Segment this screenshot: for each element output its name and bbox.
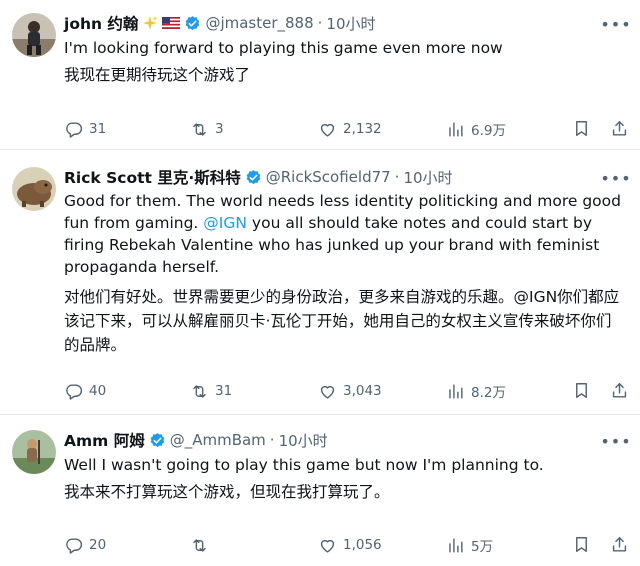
timestamp[interactable]: 10小时: [279, 430, 328, 451]
display-name[interactable]: Amm 阿姆: [64, 429, 145, 451]
tweet-header: Amm 阿姆 @_AmmBam · 10小时: [64, 429, 328, 451]
reply-button[interactable]: 40: [64, 381, 106, 401]
reply-icon: [66, 383, 83, 400]
like-button[interactable]: 2,132: [318, 119, 382, 139]
verified-badge-icon: [245, 169, 262, 186]
verified-badge-icon: [149, 432, 166, 449]
reply-count: 31: [89, 121, 107, 137]
retweet-button[interactable]: [190, 535, 215, 555]
tweet-header: Rick Scott 里克·斯科特 @RickScofield77 · 10小时: [64, 166, 453, 188]
like-count: 3,043: [343, 383, 382, 399]
more-icon[interactable]: •••: [600, 168, 630, 188]
avatar[interactable]: [12, 167, 56, 211]
like-button[interactable]: 3,043: [318, 381, 382, 401]
retweet-count: 3: [215, 121, 224, 137]
retweet-icon: [193, 538, 206, 552]
reply-button[interactable]: 20: [64, 535, 106, 555]
tweet-text-en: Good for them. The world needs less iden…: [64, 190, 624, 278]
reply-button[interactable]: 31: [64, 119, 106, 139]
like-count: 1,056: [343, 537, 382, 553]
tweet-text-cn: 我本来不打算玩这个游戏，但现在我打算玩了。: [64, 483, 390, 501]
views-icon: [449, 537, 463, 553]
tweet-text-cn: 我现在更期待玩这个游戏了: [64, 66, 251, 84]
tweet-header: john 约翰 @jmaster_888 · 10小时: [64, 12, 376, 34]
avatar[interactable]: [12, 430, 56, 474]
tweet[interactable]: Amm 阿姆 @_AmmBam · 10小时 ••• Well I wasn't…: [0, 415, 640, 566]
retweet-count: 31: [215, 383, 233, 399]
more-icon[interactable]: •••: [600, 431, 630, 451]
view-count: 5万: [471, 539, 494, 555]
bookmark-icon[interactable]: [572, 381, 592, 401]
like-icon: [320, 123, 335, 137]
timestamp[interactable]: 10小时: [326, 13, 375, 34]
like-icon: [320, 385, 335, 399]
more-icon[interactable]: •••: [600, 14, 630, 34]
share-icon[interactable]: [610, 535, 630, 555]
retweet-button[interactable]: 3: [190, 119, 224, 139]
bookmark-icon[interactable]: [572, 535, 592, 555]
share-icon[interactable]: [610, 119, 630, 139]
tweet[interactable]: john 约翰 @jmaster_888 · 10小时 ••• I'm look…: [0, 0, 640, 150]
sparkle-icon: [142, 15, 158, 31]
separator-dot: ·: [269, 431, 275, 449]
like-icon: [320, 539, 335, 553]
reply-icon: [66, 121, 83, 138]
reply-count: 20: [89, 537, 107, 553]
views-button[interactable]: 8.2万: [446, 381, 506, 401]
separator-dot: ·: [317, 14, 323, 32]
avatar[interactable]: [12, 13, 56, 57]
retweet-icon: [193, 122, 206, 136]
handle[interactable]: @RickScofield77: [266, 168, 391, 186]
tweet-text-cn: 对他们有好处。世界需要更少的身份政治，更多来自游戏的乐趣。@IGN你们都应该记下…: [64, 288, 620, 354]
like-button[interactable]: 1,056: [318, 535, 382, 555]
reply-icon: [66, 537, 83, 554]
tweet-text-en: Well I wasn't going to play this game bu…: [64, 456, 544, 474]
us-flag-icon: [162, 17, 181, 29]
display-name[interactable]: john 约翰: [64, 12, 138, 34]
retweet-icon: [193, 384, 206, 398]
display-name[interactable]: Rick Scott 里克·斯科特: [64, 166, 241, 188]
timestamp[interactable]: 10小时: [403, 167, 452, 188]
views-icon: [449, 121, 463, 137]
like-count: 2,132: [343, 121, 382, 137]
handle[interactable]: @_AmmBam: [170, 431, 266, 449]
mention-link[interactable]: @IGN: [203, 214, 247, 232]
tweet-actions: 40 31 3,043 8.2万: [64, 381, 627, 401]
view-count: 6.9万: [471, 123, 506, 139]
tweet-actions: 31 3 2,132 6.9万: [64, 119, 627, 139]
verified-badge-icon: [184, 15, 201, 32]
tweet-text-en: I'm looking forward to playing this game…: [64, 39, 503, 57]
tweet-actions: 20 1,056 5万: [64, 535, 627, 555]
views-button[interactable]: 6.9万: [446, 119, 506, 139]
tweet[interactable]: Rick Scott 里克·斯科特 @RickScofield77 · 10小时…: [0, 150, 640, 415]
handle[interactable]: @jmaster_888: [205, 14, 313, 32]
views-icon: [449, 383, 463, 399]
reply-count: 40: [89, 383, 107, 399]
views-button[interactable]: 5万: [446, 535, 493, 555]
bookmark-icon[interactable]: [572, 119, 592, 139]
retweet-button[interactable]: 31: [190, 381, 232, 401]
share-icon[interactable]: [610, 381, 630, 401]
separator-dot: ·: [394, 168, 400, 186]
view-count: 8.2万: [471, 385, 506, 401]
